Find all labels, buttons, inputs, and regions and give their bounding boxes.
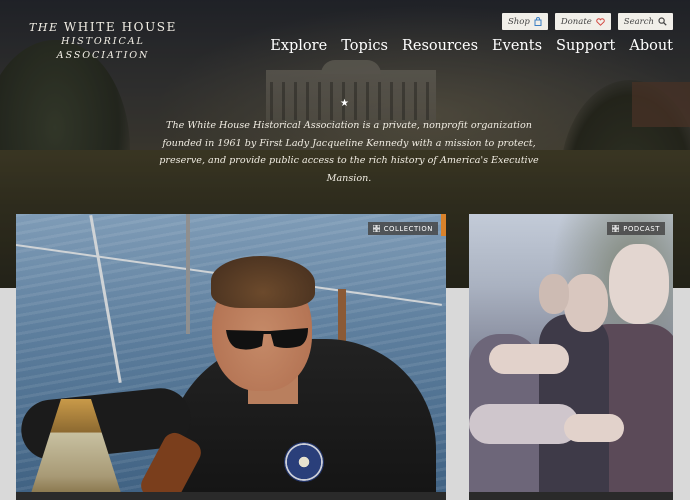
collection-badge-label: COLLECTION — [383, 224, 433, 233]
shopping-bag-icon — [534, 17, 542, 26]
photo-presidential-seal — [284, 442, 324, 482]
nav-about[interactable]: About — [629, 38, 673, 54]
nav-explore[interactable]: Explore — [270, 38, 327, 54]
donate-label: Donate — [560, 16, 592, 27]
logo-main: WHITE HOUSE — [63, 20, 177, 34]
photo-mast — [186, 214, 190, 334]
nav-support[interactable]: Support — [556, 38, 615, 54]
collection-card[interactable]: COLLECTION — [16, 214, 446, 500]
photo-person-face — [609, 244, 669, 324]
photo-hands — [489, 344, 569, 374]
grid-icon — [372, 225, 380, 232]
site-logo[interactable]: THE WHITE HOUSE HISTORICAL ASSOCIATION — [14, 20, 192, 63]
card-footer-bar — [469, 492, 673, 500]
nav-topics[interactable]: Topics — [341, 38, 388, 54]
star-icon: ★ — [340, 98, 349, 109]
photo-hands — [564, 414, 624, 442]
logo-line-1: THE WHITE HOUSE — [14, 20, 192, 35]
search-button[interactable]: Search — [617, 13, 673, 30]
photo-person-face — [539, 274, 569, 314]
nav-resources[interactable]: Resources — [402, 38, 478, 54]
search-label: Search — [623, 16, 654, 27]
podcast-badge: PODCAST — [607, 222, 665, 235]
photo-sunglasses — [226, 328, 308, 350]
main-nav: Explore Topics Resources Events Support … — [270, 38, 673, 54]
utility-nav: Shop Donate Search — [501, 13, 673, 30]
collection-badge: COLLECTION — [367, 222, 438, 235]
nav-events[interactable]: Events — [492, 38, 542, 54]
podcast-badge-label: PODCAST — [623, 224, 660, 233]
heart-icon — [596, 17, 605, 26]
photo-hands — [469, 404, 579, 444]
search-icon — [658, 17, 667, 26]
card-footer-bar — [16, 492, 446, 500]
card-accent — [441, 214, 446, 236]
shop-label: Shop — [507, 16, 530, 27]
grid-icon — [612, 225, 620, 232]
logo-prefix: THE — [29, 21, 59, 34]
shop-button[interactable]: Shop — [501, 13, 548, 30]
podcast-card[interactable]: PODCAST — [469, 214, 673, 500]
mission-statement: The White House Historical Association i… — [159, 120, 539, 184]
logo-line-2: HISTORICAL ASSOCIATION — [56, 36, 150, 61]
photo-person-face — [564, 274, 608, 332]
photo-person-hair — [211, 256, 315, 308]
donate-button[interactable]: Donate — [554, 13, 611, 30]
